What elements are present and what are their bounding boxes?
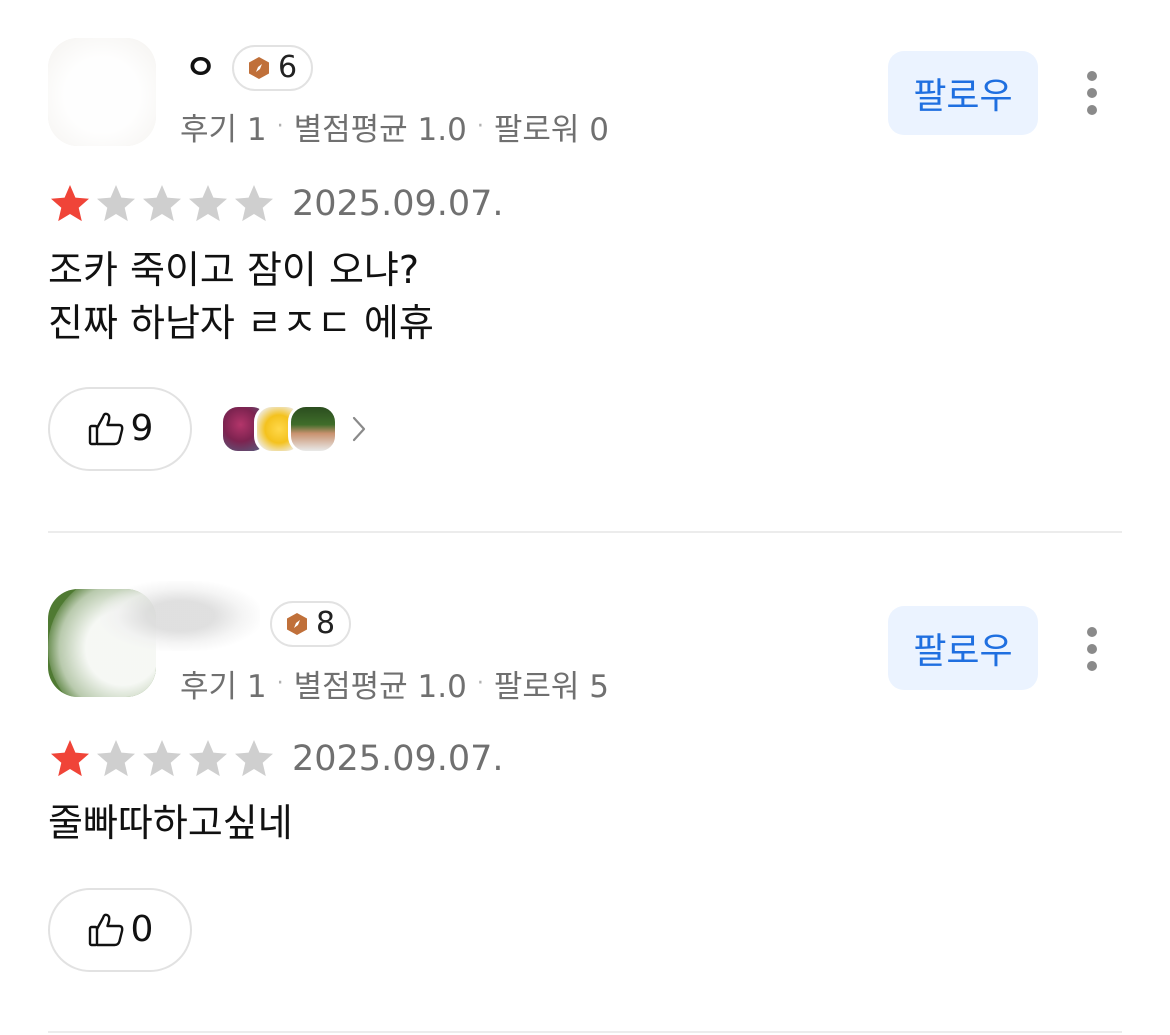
review-card: ㅇ 6 후기 1 · 별점평균 1.0 · 팔로워 0 팔로우 2025.09.… xyxy=(0,0,1170,533)
chevron-right-icon xyxy=(352,416,366,442)
star-empty-icon xyxy=(97,185,135,222)
star-filled-icon xyxy=(51,185,89,222)
follower-count: 팔로워 0 xyxy=(493,112,609,148)
level-number: 8 xyxy=(316,606,336,641)
star-filled-icon xyxy=(51,740,89,777)
dot xyxy=(1087,661,1097,671)
nickname-blurred[interactable] xyxy=(100,581,260,651)
rating-row: 2025.09.07. xyxy=(48,182,504,226)
star-empty-icon xyxy=(189,185,227,222)
like-count: 9 xyxy=(130,408,154,449)
compass-badge-icon xyxy=(287,613,307,635)
separator-dot: · xyxy=(276,114,284,139)
review-card: 8 후기 1 · 별점평균 1.0 · 팔로워 5 팔로우 2025.09.07… xyxy=(0,533,1170,1035)
follow-button[interactable]: 팔로우 xyxy=(888,606,1038,690)
star-rating xyxy=(48,737,278,781)
thumbs-up-icon xyxy=(88,412,123,446)
follow-button[interactable]: 팔로우 xyxy=(888,51,1038,135)
more-options-icon[interactable] xyxy=(1076,621,1108,677)
user-stats: 후기 1 · 별점평균 1.0 · 팔로워 5 xyxy=(180,661,609,706)
reactor-avatar xyxy=(288,404,338,454)
user-stats: 후기 1 · 별점평균 1.0 · 팔로워 0 xyxy=(180,104,609,149)
dot xyxy=(1087,88,1097,98)
star-empty-icon xyxy=(235,740,273,777)
average-rating: 별점평균 1.0 xyxy=(293,112,467,148)
avatar-blur xyxy=(48,38,156,146)
review-count: 후기 1 xyxy=(180,112,267,148)
dot xyxy=(1087,644,1097,654)
nickname[interactable]: ㅇ xyxy=(185,48,216,88)
dot xyxy=(1087,105,1097,115)
review-date: 2025.09.07. xyxy=(292,184,504,224)
level-number: 6 xyxy=(278,50,298,85)
rating-row: 2025.09.07. xyxy=(48,737,504,781)
follower-count: 팔로워 5 xyxy=(493,669,609,705)
review-count: 후기 1 xyxy=(180,669,267,705)
star-empty-icon xyxy=(235,185,273,222)
separator-dot: · xyxy=(476,671,484,696)
review-text: 조카 죽이고 잠이 오냐? 진짜 하남자 ㄹㅈㄷ 에휴 xyxy=(48,248,434,345)
level-badge: 8 xyxy=(270,601,352,647)
avatar[interactable] xyxy=(48,38,156,146)
separator-dot: · xyxy=(276,671,284,696)
separator-dot: · xyxy=(476,114,484,139)
dot xyxy=(1087,71,1097,81)
like-count: 0 xyxy=(130,909,154,950)
reactor-avatars[interactable] xyxy=(220,404,370,454)
like-button[interactable]: 0 xyxy=(48,888,192,972)
star-empty-icon xyxy=(97,740,135,777)
star-empty-icon xyxy=(143,185,181,222)
average-rating: 별점평균 1.0 xyxy=(293,669,467,705)
like-button[interactable]: 9 xyxy=(48,387,192,471)
star-rating xyxy=(48,182,278,226)
star-empty-icon xyxy=(143,740,181,777)
thumbs-up-icon xyxy=(88,913,123,947)
level-badge: 6 xyxy=(232,45,314,91)
review-date: 2025.09.07. xyxy=(292,739,504,779)
review-text: 줄빠따하고싶네 xyxy=(48,801,293,845)
divider xyxy=(48,1031,1122,1033)
star-empty-icon xyxy=(189,740,227,777)
dot xyxy=(1087,627,1097,637)
compass-badge-icon xyxy=(249,57,269,79)
more-options-icon[interactable] xyxy=(1076,65,1108,121)
